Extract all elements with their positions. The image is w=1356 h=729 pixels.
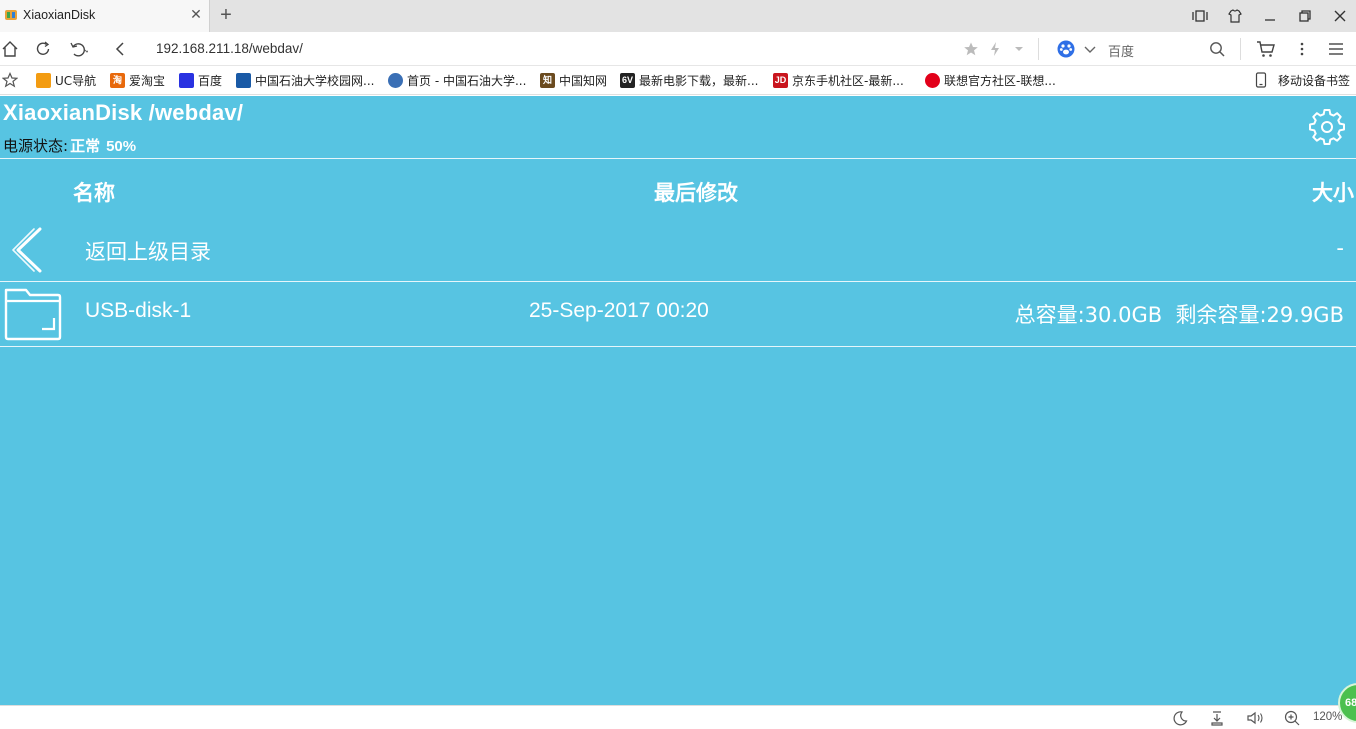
minimize-icon[interactable] [1259, 6, 1281, 26]
cup-campus-icon [236, 72, 251, 88]
bookmarks-bar: UC导航淘爱淘宝 百度 中国石油大学校园网... 首页 - 中国石油大学... 知中国知… [0, 66, 1356, 95]
bookmark-label: 中国石油大学校园网... [255, 73, 375, 88]
row-name[interactable]: USB-disk-1 [85, 299, 191, 323]
browser-tab[interactable]: XiaoxianDisk ✕ [0, 0, 210, 32]
search-icon[interactable] [1209, 41, 1225, 57]
close-window-icon[interactable] [1329, 6, 1351, 26]
bookmark-item[interactable]: UC导航 [36, 71, 96, 89]
search-input[interactable]: 百度 [1108, 41, 1134, 60]
home-icon[interactable] [0, 39, 20, 59]
bookmark-item[interactable]: JD 京东手机社区-最新... [773, 71, 904, 89]
back-chevron-icon [12, 227, 42, 273]
row-divider [0, 346, 1356, 347]
volume-icon[interactable] [1246, 710, 1266, 726]
xiaoxiandisk-favicon-icon [5, 10, 17, 20]
row-modified: 25-Sep-2017 00:20 [529, 299, 709, 322]
folder-row[interactable]: USB-disk-1 25-Sep-2017 00:20 总容量:30.0GB … [0, 283, 1356, 345]
tab-close-icon[interactable]: ✕ [188, 6, 204, 24]
more-vertical-icon[interactable] [1294, 41, 1310, 57]
column-header-name[interactable]: 名称 [73, 177, 115, 207]
bookmark-item[interactable]: 6V 最新电影下载，最新... [620, 71, 758, 89]
baidu-icon [179, 72, 194, 88]
jd-icon: JD [773, 72, 788, 88]
bookmark-item[interactable]: 百度 [179, 71, 222, 89]
divider [1240, 38, 1241, 60]
reload-icon[interactable] [33, 39, 53, 59]
bookmark-label: 中国知网 [559, 73, 608, 88]
undo-close-tab-icon[interactable] [68, 39, 90, 59]
settings-gear-icon[interactable] [1309, 109, 1345, 145]
address-dropdown-icon[interactable] [1011, 41, 1027, 57]
webdav-page: XiaoxianDisk /webdav/ 电源状态: 正常 50% 名称 最后修改… [0, 96, 1356, 705]
power-label: 电源状态: [3, 137, 69, 155]
mobile-bookmarks[interactable]: 移动设备书签 [1254, 71, 1350, 89]
status-bar: 120% [0, 705, 1356, 729]
row-divider [0, 281, 1356, 282]
bookmark-item[interactable]: 联想官方社区-联想... [925, 71, 1056, 89]
divider [1038, 38, 1039, 60]
menu-hamburger-icon[interactable] [1328, 41, 1344, 57]
back-icon[interactable] [110, 39, 130, 59]
baidu-paw-icon[interactable] [1057, 40, 1075, 58]
cart-icon[interactable] [1256, 40, 1276, 58]
zoom-in-icon[interactable] [1284, 710, 1300, 726]
browser-titlebar: XiaoxianDisk ✕ + [0, 0, 1356, 32]
bookmark-item[interactable]: 首页 - 中国石油大学... [388, 71, 526, 89]
parent-directory-row[interactable]: 返回上级目录 - [0, 219, 1356, 281]
column-header-size[interactable]: 大小 [1312, 177, 1354, 207]
bookmark-label: 最新电影下载，最新... [639, 73, 759, 88]
cup-home-icon [388, 72, 403, 88]
row-size: 总容量:30.0GB 剩余容量:29.9GB [1014, 303, 1344, 327]
bookmark-star-icon[interactable] [963, 41, 979, 57]
skin-shirt-icon[interactable] [1224, 6, 1246, 26]
header-divider [0, 158, 1356, 159]
bookmark-label: UC导航 [55, 73, 97, 88]
night-mode-moon-icon[interactable] [1172, 710, 1188, 726]
column-header-modified[interactable]: 最后修改 [654, 177, 738, 207]
bookmark-label: 爱淘宝 [129, 73, 166, 88]
search-engine-dropdown-icon[interactable] [1082, 41, 1098, 57]
power-status-line: 电源状态: 正常 50% [3, 135, 136, 156]
cnki-icon: 知 [540, 72, 555, 88]
url-field[interactable]: 192.168.211.18/webdav/ [156, 41, 303, 56]
bookmark-label: 首页 - 中国石油大学... [407, 73, 527, 88]
power-status-value: 正常 [70, 137, 101, 155]
power-percent: 50% [106, 138, 137, 155]
split-view-icon[interactable] [1189, 6, 1211, 26]
row-size: - [1336, 236, 1344, 260]
bookmark-item[interactable]: 中国石油大学校园网... [236, 71, 374, 89]
zoom-level[interactable]: 120% [1313, 711, 1342, 723]
bookmark-item[interactable]: 淘爱淘宝 [110, 71, 165, 89]
address-bar: 192.168.211.18/webdav/ 百度 [0, 32, 1356, 66]
bookmark-label: 百度 [198, 73, 223, 88]
page-title: XiaoxianDisk /webdav/ [3, 100, 244, 125]
6v-icon: 6V [620, 72, 635, 88]
restore-icon[interactable] [1294, 6, 1316, 26]
bookmark-label: 京东手机社区-最新... [792, 73, 904, 88]
mobile-bookmarks-label: 移动设备书签 [1278, 73, 1351, 88]
row-name[interactable]: 返回上级目录 [85, 236, 211, 266]
new-tab-icon[interactable]: + [216, 4, 236, 26]
uc-nav-icon [36, 72, 51, 88]
aitaobao-icon: 淘 [110, 72, 125, 88]
download-icon[interactable] [1209, 710, 1225, 726]
folder-icon [4, 288, 62, 341]
bookmark-item[interactable]: 知中国知网 [540, 71, 607, 89]
tab-title: XiaoxianDisk [23, 8, 96, 22]
mobile-device-icon [1255, 72, 1267, 88]
lightning-icon[interactable] [987, 41, 1003, 57]
bookmark-label: 联想官方社区-联想... [944, 73, 1056, 88]
lenovo-icon [925, 72, 940, 88]
bookmarks-star-icon[interactable] [2, 72, 18, 88]
